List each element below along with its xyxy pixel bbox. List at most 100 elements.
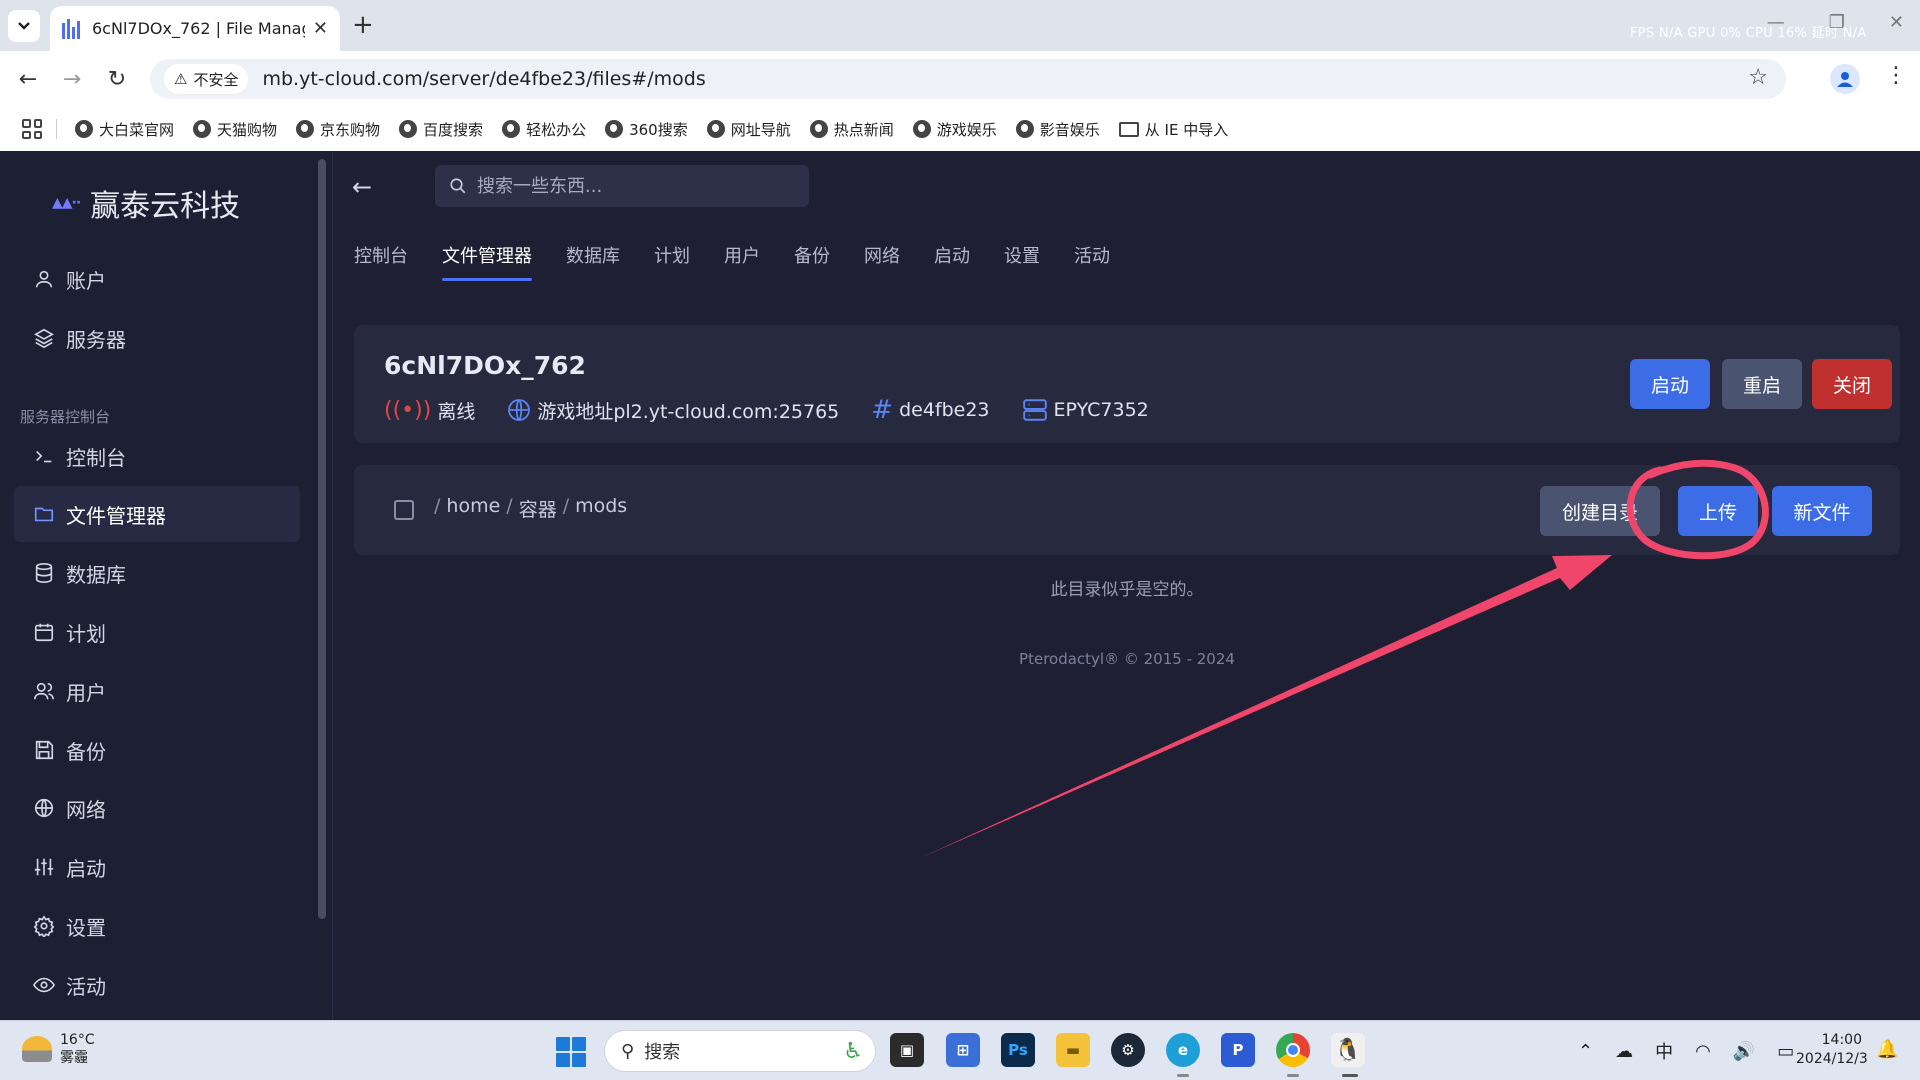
back-icon[interactable]: ←: [14, 65, 42, 93]
tab-file-manager[interactable]: 文件管理器: [425, 233, 549, 281]
create-directory-button[interactable]: 创建目录: [1540, 486, 1660, 536]
url-text[interactable]: mb.yt-cloud.com/server/de4fbe23/files#/m…: [262, 68, 705, 90]
search-input[interactable]: [477, 175, 777, 197]
ime-indicator[interactable]: 中: [1655, 1038, 1673, 1064]
sidebar-item-settings[interactable]: 设置: [14, 898, 300, 954]
search-icon: ⚲: [621, 1040, 635, 1062]
sidebar-item-databases[interactable]: 数据库: [14, 545, 300, 601]
clock-date: 2024/12/3: [1796, 1051, 1868, 1067]
sidebar-item-label: 网络: [66, 797, 106, 822]
qq-icon[interactable]: 🐧: [1331, 1033, 1365, 1067]
server-id-text: de4fbe23: [899, 399, 990, 421]
sidebar-item-account[interactable]: 账户: [14, 251, 300, 307]
stop-button[interactable]: 关闭: [1812, 359, 1892, 409]
system-tray: ⌃ ☁ 中 ◠ 🔊 ▭: [1578, 1038, 1794, 1064]
apps-grid-icon[interactable]: [22, 119, 42, 139]
bookmark-item[interactable]: 天猫购物: [193, 119, 277, 140]
search-box[interactable]: [435, 165, 809, 207]
tab-startup[interactable]: 启动: [917, 233, 987, 277]
start-button[interactable]: 启动: [1630, 359, 1710, 409]
maximize-icon[interactable]: ❐: [1829, 12, 1845, 33]
photoshop-icon[interactable]: Ps: [1001, 1033, 1035, 1067]
security-indicator[interactable]: ⚠ 不安全: [164, 64, 249, 94]
bookmark-item[interactable]: 轻松办公: [502, 119, 586, 140]
tab-search-button[interactable]: [8, 10, 40, 42]
sidebar-item-schedules[interactable]: 计划: [14, 604, 300, 660]
minimize-icon[interactable]: —: [1767, 12, 1785, 33]
bookmark-item[interactable]: 百度搜索: [399, 119, 483, 140]
browser-menu-icon[interactable]: ⋮: [1885, 63, 1907, 88]
start-button[interactable]: [556, 1037, 586, 1067]
close-tab-icon[interactable]: ✕: [313, 18, 328, 39]
tab-console[interactable]: 控制台: [354, 233, 425, 277]
browser-tab-active[interactable]: 6cNl7DOx_762 | File Manager ✕: [50, 6, 340, 51]
search-icon: [450, 178, 466, 194]
profile-avatar[interactable]: [1830, 64, 1860, 94]
bookmark-folder[interactable]: 从 IE 中导入: [1118, 119, 1228, 140]
sidebar-item-activity[interactable]: 活动: [14, 957, 300, 1013]
taskbar-search[interactable]: ⚲ 搜索 ♿: [604, 1030, 876, 1072]
breadcrumb-item[interactable]: home: [446, 495, 500, 522]
tab-network[interactable]: 网络: [847, 233, 917, 277]
bookmark-item[interactable]: 360搜索: [605, 119, 688, 140]
file-explorer-icon[interactable]: ▬: [1056, 1033, 1090, 1067]
bookmark-label: 游戏娱乐: [936, 120, 997, 139]
tab-databases[interactable]: 数据库: [549, 233, 637, 277]
sidebar-item-console[interactable]: 控制台: [14, 428, 300, 484]
address-bar[interactable]: ⚠ 不安全 mb.yt-cloud.com/server/de4fbe23/fi…: [150, 59, 1786, 99]
task-view-icon[interactable]: ▣: [890, 1033, 924, 1067]
close-window-icon[interactable]: ✕: [1889, 12, 1904, 33]
user-icon: [32, 267, 56, 291]
bookmark-item[interactable]: 网址导航: [706, 119, 791, 140]
edge-icon[interactable]: e: [1166, 1033, 1200, 1067]
sidebar-item-startup[interactable]: 启动: [14, 839, 300, 895]
steam-icon[interactable]: ⚙: [1111, 1033, 1145, 1067]
p-app-icon[interactable]: P: [1221, 1033, 1255, 1067]
chevron-up-icon[interactable]: ⌃: [1578, 1041, 1593, 1062]
bookmark-item[interactable]: 大白菜官网: [75, 119, 174, 140]
bookmark-star-icon[interactable]: ☆: [1748, 65, 1768, 90]
sidebar-item-backups[interactable]: 备份: [14, 722, 300, 778]
sidebar-scrollbar[interactable]: [318, 159, 326, 919]
bookmark-label: 360搜索: [629, 120, 688, 139]
reload-icon[interactable]: ↻: [103, 65, 131, 93]
taskbar-clock[interactable]: 14:00 2024/12/3: [1796, 1031, 1868, 1069]
notification-bell-icon[interactable]: 🔔: [1876, 1039, 1898, 1060]
brand-logo-icon: ▲▲··: [52, 195, 81, 211]
globe-icon: [508, 399, 531, 421]
upload-button[interactable]: 上传: [1678, 486, 1758, 536]
back-arrow-icon[interactable]: ←: [352, 173, 372, 201]
weather-widget[interactable]: 16°C 雾霾: [22, 1031, 95, 1067]
sidebar-item-network[interactable]: 网络: [14, 780, 300, 836]
sidebar-item-file-manager[interactable]: 文件管理器: [14, 486, 300, 542]
volume-icon[interactable]: 🔊: [1733, 1041, 1755, 1062]
brand[interactable]: ▲▲·· 赢泰云科技: [52, 181, 240, 225]
tab-backups[interactable]: 备份: [777, 233, 847, 277]
server-nav-tabs: 控制台 文件管理器 数据库 计划 用户 备份 网络 启动 设置 活动: [354, 233, 1127, 281]
sidebar-item-users[interactable]: 用户: [14, 663, 300, 719]
bookmark-item[interactable]: 热点新闻: [809, 119, 894, 140]
address-text[interactable]: 游戏地址pl2.yt-cloud.com:25765: [537, 397, 839, 424]
bookmark-item[interactable]: 影音娱乐: [1015, 119, 1100, 140]
tab-users[interactable]: 用户: [707, 233, 777, 277]
battery-icon[interactable]: ▭: [1777, 1041, 1794, 1062]
onedrive-cloud-icon[interactable]: ☁: [1615, 1041, 1633, 1062]
bookmark-item[interactable]: 游戏娱乐: [912, 119, 997, 140]
new-file-button[interactable]: 新文件: [1772, 486, 1872, 536]
new-tab-button[interactable]: +: [352, 10, 374, 40]
breadcrumb-item[interactable]: 容器: [519, 495, 557, 522]
tab-settings[interactable]: 设置: [987, 233, 1057, 277]
bookmark-item[interactable]: 京东购物: [296, 119, 380, 140]
tab-activity[interactable]: 活动: [1057, 233, 1127, 277]
breadcrumb-separator: /: [434, 495, 441, 517]
restart-button[interactable]: 重启: [1722, 359, 1802, 409]
tab-schedules[interactable]: 计划: [637, 233, 707, 277]
wifi-icon[interactable]: ◠: [1695, 1041, 1711, 1062]
taskbar-search-label: 搜索: [644, 1042, 681, 1063]
select-all-checkbox[interactable]: [394, 500, 414, 520]
sidebar-item-servers[interactable]: 服务器: [14, 310, 300, 366]
remote-desktop-icon[interactable]: ⊞: [946, 1033, 980, 1067]
chrome-icon[interactable]: [1276, 1033, 1310, 1067]
brand-name: 赢泰云科技: [90, 189, 241, 224]
forward-icon[interactable]: →: [58, 65, 86, 93]
